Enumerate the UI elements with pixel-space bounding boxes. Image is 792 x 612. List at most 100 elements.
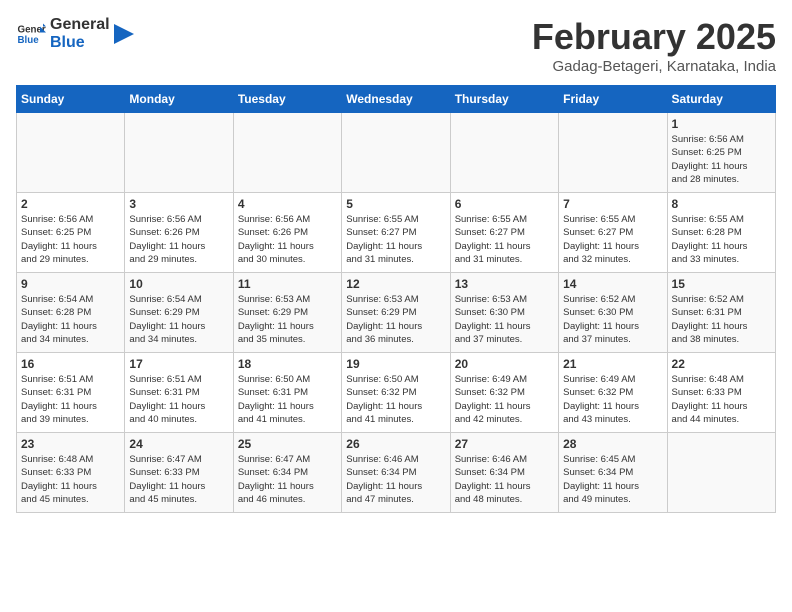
day-number: 21 [563, 357, 662, 371]
calendar-body: 1 Sunrise: 6:56 AM Sunset: 6:25 PM Daylig… [17, 113, 776, 513]
day-info: Sunrise: 6:47 AM Sunset: 6:34 PM Dayligh… [238, 453, 337, 506]
calendar-day-cell: 7 Sunrise: 6:55 AM Sunset: 6:27 PM Daylig… [559, 193, 667, 273]
calendar-day-cell: 17 Sunrise: 6:51 AM Sunset: 6:31 PM Dayli… [125, 353, 233, 433]
calendar-day-cell: 20 Sunrise: 6:49 AM Sunset: 6:32 PM Dayli… [450, 353, 558, 433]
calendar-day-cell: 26Sunrise: 6:46 AM Sunset: 6:34 PM Dayli… [342, 433, 450, 513]
day-info: Sunrise: 6:54 AM Sunset: 6:29 PM Dayligh… [129, 293, 228, 346]
calendar-day-cell: 12 Sunrise: 6:53 AM Sunset: 6:29 PM Dayli… [342, 273, 450, 353]
day-number: 27 [455, 437, 554, 451]
day-info: Sunrise: 6:46 AM Sunset: 6:34 PM Dayligh… [346, 453, 445, 506]
day-info: Sunrise: 6:51 AM Sunset: 6:31 PM Dayligh… [129, 373, 228, 426]
calendar-day-header: Saturday [667, 86, 775, 113]
day-number: 13 [455, 277, 554, 291]
location-subtitle: Gadag-Betageri, Karnataka, India [532, 58, 776, 75]
day-info: Sunrise: 6:56 AM Sunset: 6:25 PM Dayligh… [672, 133, 771, 186]
day-number: 17 [129, 357, 228, 371]
day-number: 19 [346, 357, 445, 371]
calendar-day-cell [233, 113, 341, 193]
day-info: Sunrise: 6:56 AM Sunset: 6:25 PM Dayligh… [21, 213, 120, 266]
day-info: Sunrise: 6:55 AM Sunset: 6:27 PM Dayligh… [563, 213, 662, 266]
calendar-day-cell: 5Sunrise: 6:55 AM Sunset: 6:27 PM Daylig… [342, 193, 450, 273]
day-number: 14 [563, 277, 662, 291]
day-number: 18 [238, 357, 337, 371]
day-info: Sunrise: 6:50 AM Sunset: 6:32 PM Dayligh… [346, 373, 445, 426]
day-info: Sunrise: 6:56 AM Sunset: 6:26 PM Dayligh… [129, 213, 228, 266]
calendar-day-header: Wednesday [342, 86, 450, 113]
day-number: 3 [129, 197, 228, 211]
day-info: Sunrise: 6:49 AM Sunset: 6:32 PM Dayligh… [563, 373, 662, 426]
title-block: February 2025 Gadag-Betageri, Karnataka,… [532, 16, 776, 75]
day-info: Sunrise: 6:53 AM Sunset: 6:30 PM Dayligh… [455, 293, 554, 346]
logo-general-text: General [50, 16, 110, 34]
calendar-day-header: Tuesday [233, 86, 341, 113]
day-number: 25 [238, 437, 337, 451]
day-info: Sunrise: 6:55 AM Sunset: 6:27 PM Dayligh… [455, 213, 554, 266]
day-info: Sunrise: 6:53 AM Sunset: 6:29 PM Dayligh… [238, 293, 337, 346]
page-header: General Blue General Blue February 2025 … [16, 16, 776, 75]
calendar-day-cell [559, 113, 667, 193]
day-info: Sunrise: 6:49 AM Sunset: 6:32 PM Dayligh… [455, 373, 554, 426]
calendar-day-cell: 3 Sunrise: 6:56 AM Sunset: 6:26 PM Daylig… [125, 193, 233, 273]
day-number: 1 [672, 117, 771, 131]
day-info: Sunrise: 6:55 AM Sunset: 6:27 PM Dayligh… [346, 213, 445, 266]
calendar-day-cell: 2 Sunrise: 6:56 AM Sunset: 6:25 PM Daylig… [17, 193, 125, 273]
day-number: 10 [129, 277, 228, 291]
calendar-day-cell: 28 Sunrise: 6:45 AM Sunset: 6:34 PM Dayli… [559, 433, 667, 513]
calendar-day-cell: 15 Sunrise: 6:52 AM Sunset: 6:31 PM Dayli… [667, 273, 775, 353]
calendar-day-header: Sunday [17, 86, 125, 113]
day-info: Sunrise: 6:46 AM Sunset: 6:34 PM Dayligh… [455, 453, 554, 506]
calendar-day-cell: 11 Sunrise: 6:53 AM Sunset: 6:29 PM Dayli… [233, 273, 341, 353]
day-number: 7 [563, 197, 662, 211]
calendar-day-cell: 18 Sunrise: 6:50 AM Sunset: 6:31 PM Dayli… [233, 353, 341, 433]
logo-icon: General Blue [16, 19, 46, 49]
calendar-day-cell: 21 Sunrise: 6:49 AM Sunset: 6:32 PM Dayli… [559, 353, 667, 433]
calendar-day-cell: 16 Sunrise: 6:51 AM Sunset: 6:31 PM Dayli… [17, 353, 125, 433]
month-title: February 2025 [532, 16, 776, 58]
calendar-week-row: 9 Sunrise: 6:54 AM Sunset: 6:28 PM Daylig… [17, 273, 776, 353]
calendar-day-cell: 8Sunrise: 6:55 AM Sunset: 6:28 PM Daylig… [667, 193, 775, 273]
logo-arrow-icon [114, 19, 134, 49]
calendar-day-header: Friday [559, 86, 667, 113]
day-info: Sunrise: 6:50 AM Sunset: 6:31 PM Dayligh… [238, 373, 337, 426]
day-info: Sunrise: 6:47 AM Sunset: 6:33 PM Dayligh… [129, 453, 228, 506]
calendar-table: SundayMondayTuesdayWednesdayThursdayFrid… [16, 85, 776, 513]
calendar-day-cell: 6 Sunrise: 6:55 AM Sunset: 6:27 PM Daylig… [450, 193, 558, 273]
day-info: Sunrise: 6:54 AM Sunset: 6:28 PM Dayligh… [21, 293, 120, 346]
day-number: 12 [346, 277, 445, 291]
day-number: 28 [563, 437, 662, 451]
day-number: 9 [21, 277, 120, 291]
day-info: Sunrise: 6:52 AM Sunset: 6:31 PM Dayligh… [672, 293, 771, 346]
calendar-day-cell [125, 113, 233, 193]
calendar-day-cell: 10 Sunrise: 6:54 AM Sunset: 6:29 PM Dayli… [125, 273, 233, 353]
calendar-day-cell: 23 Sunrise: 6:48 AM Sunset: 6:33 PM Dayli… [17, 433, 125, 513]
calendar-day-cell: 9 Sunrise: 6:54 AM Sunset: 6:28 PM Daylig… [17, 273, 125, 353]
day-number: 4 [238, 197, 337, 211]
calendar-week-row: 23 Sunrise: 6:48 AM Sunset: 6:33 PM Dayli… [17, 433, 776, 513]
calendar-day-cell: 1 Sunrise: 6:56 AM Sunset: 6:25 PM Daylig… [667, 113, 775, 193]
day-info: Sunrise: 6:51 AM Sunset: 6:31 PM Dayligh… [21, 373, 120, 426]
day-info: Sunrise: 6:48 AM Sunset: 6:33 PM Dayligh… [672, 373, 771, 426]
calendar-week-row: 2 Sunrise: 6:56 AM Sunset: 6:25 PM Daylig… [17, 193, 776, 273]
day-number: 6 [455, 197, 554, 211]
day-number: 11 [238, 277, 337, 291]
day-number: 2 [21, 197, 120, 211]
logo-blue-text: Blue [50, 34, 110, 52]
day-number: 16 [21, 357, 120, 371]
day-info: Sunrise: 6:45 AM Sunset: 6:34 PM Dayligh… [563, 453, 662, 506]
calendar-day-cell [667, 433, 775, 513]
calendar-week-row: 16 Sunrise: 6:51 AM Sunset: 6:31 PM Dayli… [17, 353, 776, 433]
day-number: 24 [129, 437, 228, 451]
calendar-day-cell: 25 Sunrise: 6:47 AM Sunset: 6:34 PM Dayli… [233, 433, 341, 513]
day-info: Sunrise: 6:48 AM Sunset: 6:33 PM Dayligh… [21, 453, 120, 506]
day-number: 15 [672, 277, 771, 291]
calendar-day-cell: 13 Sunrise: 6:53 AM Sunset: 6:30 PM Dayli… [450, 273, 558, 353]
calendar-day-header: Monday [125, 86, 233, 113]
day-number: 20 [455, 357, 554, 371]
day-info: Sunrise: 6:53 AM Sunset: 6:29 PM Dayligh… [346, 293, 445, 346]
calendar-day-cell: 4Sunrise: 6:56 AM Sunset: 6:26 PM Daylig… [233, 193, 341, 273]
calendar-day-header: Thursday [450, 86, 558, 113]
logo: General Blue General Blue [16, 16, 134, 51]
day-number: 23 [21, 437, 120, 451]
day-info: Sunrise: 6:52 AM Sunset: 6:30 PM Dayligh… [563, 293, 662, 346]
calendar-day-cell: 14 Sunrise: 6:52 AM Sunset: 6:30 PM Dayli… [559, 273, 667, 353]
